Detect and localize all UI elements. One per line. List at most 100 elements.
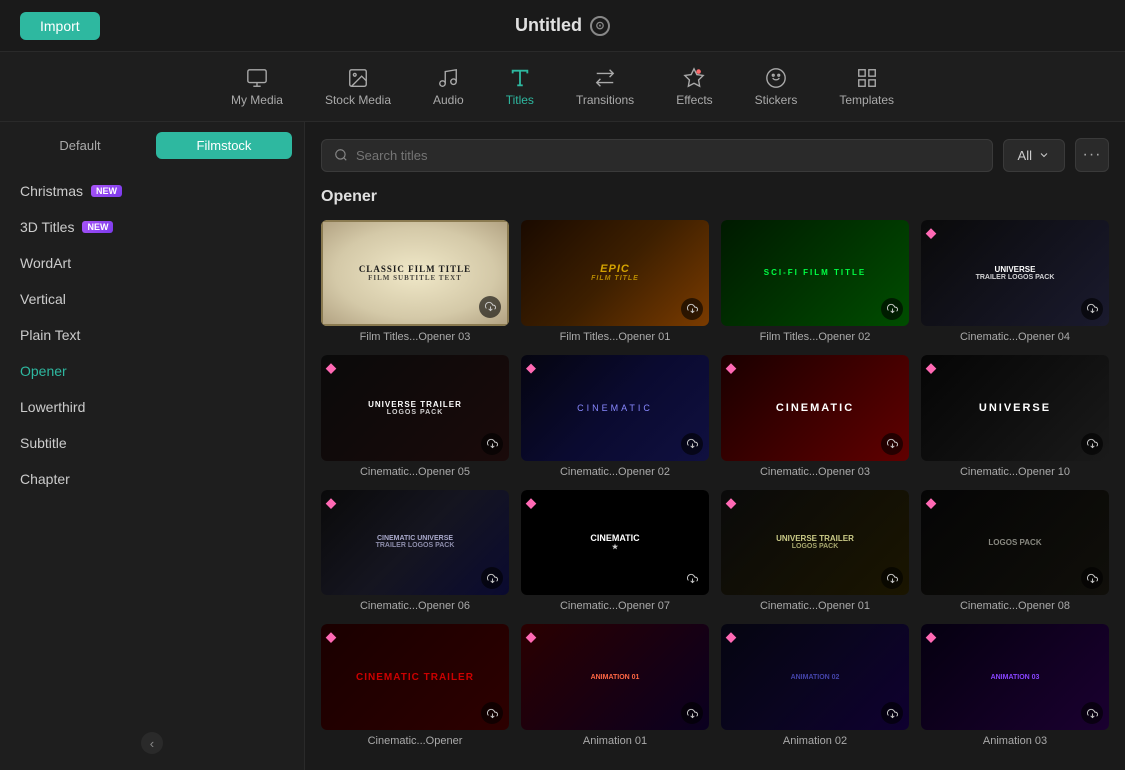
main-area: All ··· Opener CLASSIC FILM TITLEFILM SU… <box>305 122 1125 770</box>
chevron-down-icon <box>1038 149 1050 161</box>
card-label: Animation 01 <box>521 735 709 747</box>
card-cinematic-opener-row3-1[interactable]: CINEMATIC TRAILER◆Cinematic...Opener <box>321 624 509 747</box>
download-button[interactable] <box>481 702 503 724</box>
premium-badge: ◆ <box>926 225 936 241</box>
top-bar: Import Untitled ⊙ <box>0 0 1125 52</box>
search-input[interactable] <box>356 148 980 163</box>
card-cinematic-opener-04[interactable]: UNIVERSETRAILER LOGOS PACK◆Cinematic...O… <box>921 220 1109 343</box>
download-button[interactable] <box>681 433 703 455</box>
premium-badge: ◆ <box>926 360 938 376</box>
card-label: Cinematic...Opener 10 <box>921 466 1109 478</box>
card-animation-02[interactable]: ANIMATION 02◆Animation 02 <box>721 624 909 747</box>
nav-titles[interactable]: Titles <box>490 59 550 115</box>
section-title: Opener <box>321 188 1109 206</box>
download-button[interactable] <box>881 298 903 320</box>
search-box <box>321 139 993 172</box>
card-label: Film Titles...Opener 03 <box>321 331 509 343</box>
card-cinematic-opener-05[interactable]: UNIVERSE TRAILERLOGOS PACK◆Cinematic...O… <box>321 355 509 478</box>
premium-badge: ◆ <box>526 495 536 511</box>
download-button[interactable] <box>481 567 503 589</box>
card-label: Cinematic...Opener 07 <box>521 600 709 612</box>
download-button[interactable] <box>1081 702 1103 724</box>
card-cinematic-opener-01[interactable]: UNIVERSE TRAILERLOGOS PACK◆Cinematic...O… <box>721 490 909 613</box>
card-label: Film Titles...Opener 01 <box>521 331 709 343</box>
more-options-button[interactable]: ··· <box>1075 138 1109 172</box>
card-label: Cinematic...Opener 02 <box>521 466 709 478</box>
premium-badge: ◆ <box>326 360 337 376</box>
nav-stock-media[interactable]: Stock Media <box>309 59 407 115</box>
import-button[interactable]: Import <box>20 12 100 40</box>
nav-audio[interactable]: Audio <box>417 59 480 115</box>
premium-badge: ◆ <box>726 360 738 376</box>
card-opener-01[interactable]: EPICFILM TITLEFilm Titles...Opener 01 <box>521 220 709 343</box>
content-area: Default Filmstock Christmas NEW 3D Title… <box>0 122 1125 770</box>
sidebar-item-subtitle[interactable]: Subtitle <box>0 425 304 461</box>
sidebar-item-opener[interactable]: Opener <box>0 353 304 389</box>
badge-new-3dtitles: NEW <box>82 221 113 233</box>
project-title: Untitled ⊙ <box>515 15 610 36</box>
premium-badge: ◆ <box>526 360 539 376</box>
download-button[interactable] <box>1081 433 1103 455</box>
card-label: Animation 03 <box>921 735 1109 747</box>
sidebar-items: Christmas NEW 3D Titles NEW WordArt Vert… <box>0 169 304 716</box>
download-button[interactable] <box>1081 567 1103 589</box>
premium-badge: ◆ <box>926 629 936 645</box>
premium-badge: ◆ <box>326 629 337 645</box>
sidebar-item-lowerthird[interactable]: Lowerthird <box>0 389 304 425</box>
download-button[interactable] <box>681 298 703 320</box>
download-button[interactable] <box>1081 298 1103 320</box>
card-label: Cinematic...Opener 04 <box>921 331 1109 343</box>
card-label: Cinematic...Opener <box>321 735 509 747</box>
card-animation-03[interactable]: ANIMATION 03◆Animation 03 <box>921 624 1109 747</box>
tab-filmstock[interactable]: Filmstock <box>156 132 292 159</box>
card-cinematic-opener-10[interactable]: UNIVERSE◆Cinematic...Opener 10 <box>921 355 1109 478</box>
card-cinematic-opener-03[interactable]: CINEMATIC◆Cinematic...Opener 03 <box>721 355 909 478</box>
download-button[interactable] <box>681 702 703 724</box>
nav-bar: My Media Stock Media Audio Titles Transi… <box>0 52 1125 122</box>
sidebar-item-chapter[interactable]: Chapter <box>0 461 304 497</box>
card-label: Cinematic...Opener 01 <box>721 600 909 612</box>
download-button[interactable] <box>881 567 903 589</box>
premium-badge: ◆ <box>926 495 936 511</box>
card-opener-02[interactable]: SCI-FI FILM TITLEFilm Titles...Opener 02 <box>721 220 909 343</box>
card-opener-03[interactable]: CLASSIC FILM TITLEFILM SUBTITLE TEXTFilm… <box>321 220 509 343</box>
sidebar-item-plain-text[interactable]: Plain Text <box>0 317 304 353</box>
card-cinematic-opener-06[interactable]: CINEMATIC UNIVERSETRAILER LOGOS PACK◆Cin… <box>321 490 509 613</box>
card-label: Film Titles...Opener 02 <box>721 331 909 343</box>
search-row: All ··· <box>321 138 1109 172</box>
cards-grid: CLASSIC FILM TITLEFILM SUBTITLE TEXTFilm… <box>321 220 1109 747</box>
card-label: Cinematic...Opener 05 <box>321 466 509 478</box>
premium-badge: ◆ <box>526 629 536 645</box>
download-button[interactable] <box>881 702 903 724</box>
card-label: Animation 02 <box>721 735 909 747</box>
card-cinematic-opener-02[interactable]: CINEMATIC◆Cinematic...Opener 02 <box>521 355 709 478</box>
download-button[interactable] <box>479 296 501 318</box>
premium-badge: ◆ <box>726 629 736 645</box>
nav-transitions[interactable]: Transitions <box>560 59 650 115</box>
nav-my-media[interactable]: My Media <box>215 59 299 115</box>
card-label: Cinematic...Opener 08 <box>921 600 1109 612</box>
search-icon <box>334 148 348 162</box>
card-cinematic-opener-07[interactable]: CINEMATIC★◆Cinematic...Opener 07 <box>521 490 709 613</box>
nav-stickers[interactable]: Stickers <box>739 59 814 115</box>
sidebar-tabs: Default Filmstock <box>0 122 304 169</box>
project-options-icon[interactable]: ⊙ <box>590 16 610 36</box>
nav-effects[interactable]: Effects <box>660 59 728 115</box>
sidebar-item-wordart[interactable]: WordArt <box>0 245 304 281</box>
nav-templates[interactable]: Templates <box>823 59 910 115</box>
sidebar: Default Filmstock Christmas NEW 3D Title… <box>0 122 305 770</box>
download-button[interactable] <box>681 567 703 589</box>
badge-new-christmas: NEW <box>91 185 122 197</box>
card-label: Cinematic...Opener 03 <box>721 466 909 478</box>
sidebar-item-vertical[interactable]: Vertical <box>0 281 304 317</box>
sidebar-collapse-button[interactable]: ‹ <box>141 732 163 754</box>
card-animation-01[interactable]: ANIMATION 01◆Animation 01 <box>521 624 709 747</box>
premium-badge: ◆ <box>326 495 336 511</box>
card-cinematic-opener-08[interactable]: LOGOS PACK◆Cinematic...Opener 08 <box>921 490 1109 613</box>
download-button[interactable] <box>481 433 503 455</box>
tab-default[interactable]: Default <box>12 132 148 159</box>
filter-button[interactable]: All <box>1003 139 1065 172</box>
download-button[interactable] <box>881 433 903 455</box>
sidebar-item-3d-titles[interactable]: 3D Titles NEW <box>0 209 304 245</box>
sidebar-item-christmas[interactable]: Christmas NEW <box>0 173 304 209</box>
